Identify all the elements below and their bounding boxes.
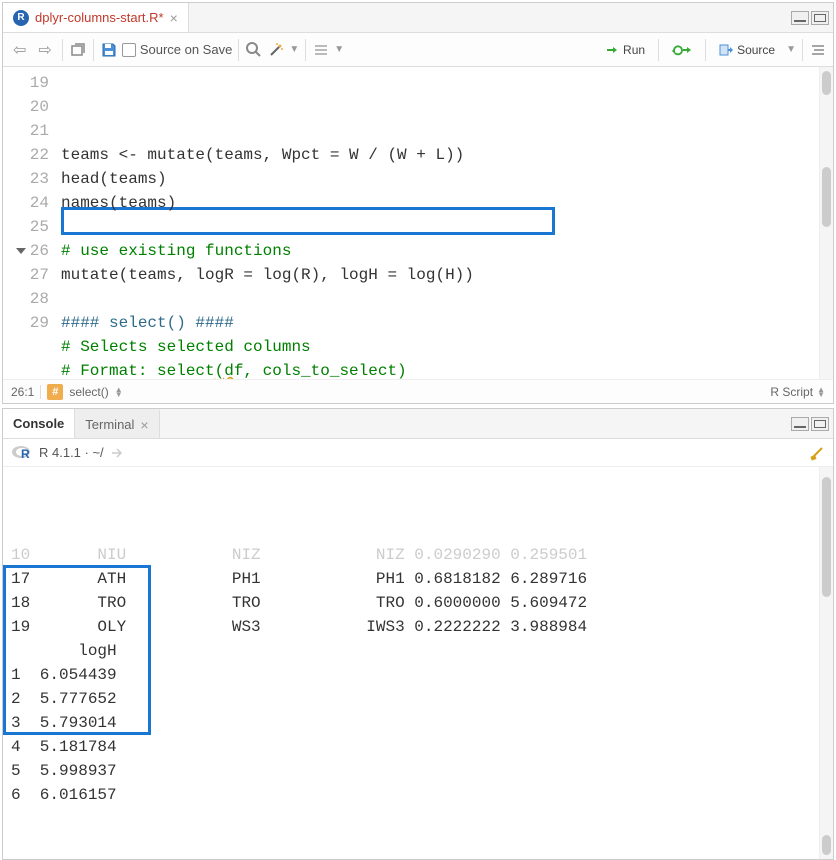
editor-status-bar: 26:1 # select() ▲▼ R Script ▲▼ bbox=[3, 379, 833, 403]
editor-tab-title: dplyr-columns-start.R* bbox=[35, 10, 164, 25]
forward-button[interactable]: ⇨ bbox=[34, 38, 55, 62]
file-type[interactable]: R Script bbox=[770, 385, 813, 399]
console-output[interactable]: 10 NIU NIZ NIZ 0.0290290 0.25950117 ATH … bbox=[3, 467, 833, 859]
console-scrollbar[interactable] bbox=[819, 467, 833, 859]
editor-tab-bar: R dplyr-columns-start.R* × bbox=[3, 3, 833, 33]
rerun-button[interactable] bbox=[665, 39, 699, 61]
send-to-source-icon[interactable] bbox=[110, 446, 126, 460]
close-icon[interactable]: × bbox=[170, 10, 178, 26]
minimize-button[interactable] bbox=[791, 417, 809, 431]
gutter: 1920212223242526272829 bbox=[3, 67, 61, 379]
source-button[interactable]: Source bbox=[712, 39, 782, 61]
scroll-thumb[interactable] bbox=[822, 477, 831, 597]
maximize-button[interactable] bbox=[811, 11, 829, 25]
outline-icon[interactable] bbox=[312, 41, 330, 59]
r-file-icon: R bbox=[13, 10, 29, 26]
close-icon[interactable]: × bbox=[140, 417, 148, 433]
source-on-save-label: Source on Save bbox=[140, 42, 233, 57]
outline-toggle-icon[interactable] bbox=[809, 41, 827, 59]
cursor-position: 26:1 bbox=[11, 385, 34, 399]
window-controls bbox=[791, 417, 829, 431]
clear-console-icon[interactable] bbox=[809, 445, 825, 461]
scroll-thumb-top[interactable] bbox=[822, 71, 831, 95]
back-button[interactable]: ⇦ bbox=[9, 38, 30, 62]
r-logo-icon: R bbox=[11, 444, 33, 462]
console-pane: Console Terminal × R R 4.1.1 · ~/ 10 NIU… bbox=[2, 408, 834, 860]
editor-pane: R dplyr-columns-start.R* × ⇦ ⇨ Source on… bbox=[2, 2, 834, 404]
show-in-new-window-icon[interactable] bbox=[69, 41, 87, 59]
source-on-save-checkbox[interactable] bbox=[122, 43, 136, 57]
section-nav-icon[interactable]: ▲▼ bbox=[115, 387, 123, 397]
tab-console[interactable]: Console bbox=[3, 409, 75, 438]
minimize-button[interactable] bbox=[791, 11, 809, 25]
window-controls bbox=[791, 11, 829, 25]
save-icon[interactable] bbox=[100, 41, 118, 59]
r-version: R 4.1.1 · ~/ bbox=[39, 445, 104, 460]
code-body[interactable]: teams <- mutate(teams, Wpct = W / (W + L… bbox=[61, 67, 833, 379]
editor-toolbar: ⇦ ⇨ Source on Save ▼ ▼ Run bbox=[3, 33, 833, 67]
section-name[interactable]: select() bbox=[69, 385, 108, 399]
wand-icon[interactable] bbox=[267, 41, 285, 59]
console-tab-bar: Console Terminal × bbox=[3, 409, 833, 439]
maximize-button[interactable] bbox=[811, 417, 829, 431]
scroll-thumb-bottom[interactable] bbox=[822, 835, 831, 855]
section-badge-icon: # bbox=[47, 384, 63, 400]
file-type-nav-icon[interactable]: ▲▼ bbox=[817, 387, 825, 397]
console-header: R R 4.1.1 · ~/ bbox=[3, 439, 833, 467]
tab-terminal[interactable]: Terminal × bbox=[75, 409, 159, 438]
scroll-thumb[interactable] bbox=[822, 167, 831, 227]
editor-tab[interactable]: R dplyr-columns-start.R* × bbox=[3, 3, 189, 32]
svg-text:R: R bbox=[21, 447, 30, 461]
run-button[interactable]: Run bbox=[598, 39, 652, 61]
find-icon[interactable] bbox=[245, 41, 263, 59]
editor-scrollbar[interactable] bbox=[819, 67, 833, 379]
code-editor[interactable]: 1920212223242526272829 teams <- mutate(t… bbox=[3, 67, 833, 379]
